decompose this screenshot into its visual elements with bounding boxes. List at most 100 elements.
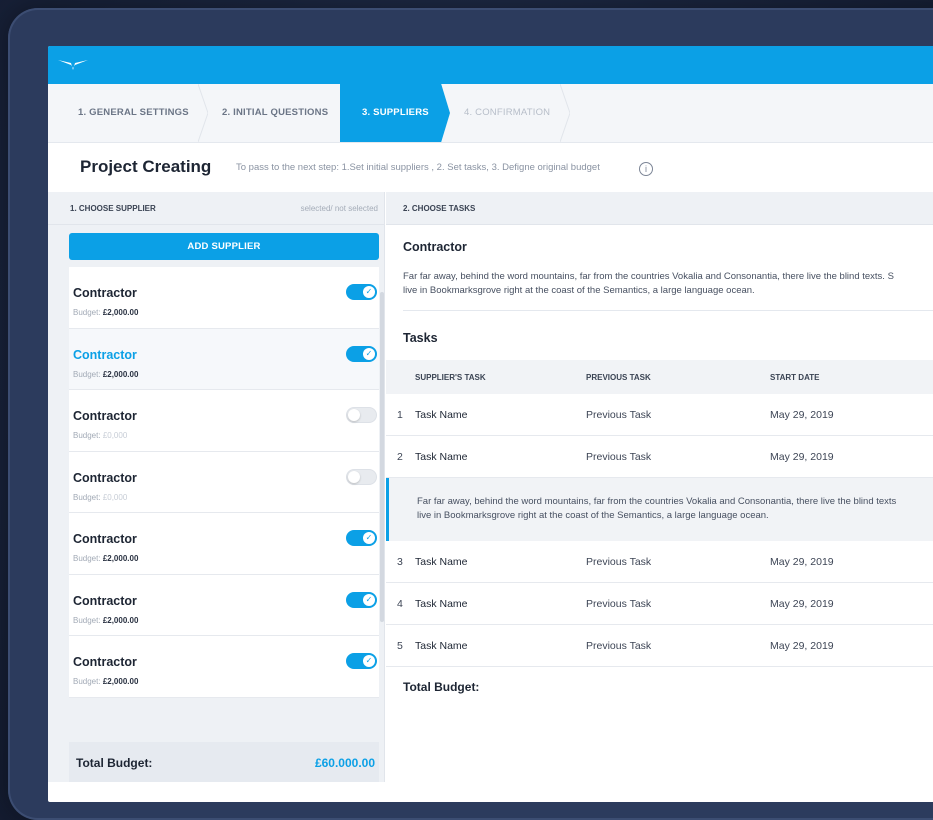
previous-task: Previous Task	[586, 598, 652, 610]
budget-value: £2,000.00	[102, 615, 139, 625]
supplier-budget: Budget: £2,000.00	[73, 554, 138, 563]
tasks-panel-header: 2. CHOOSE TASKS	[386, 192, 933, 225]
step-confirmation: 4. CONFIRMATION	[464, 107, 551, 118]
step-general-settings[interactable]: 1. GENERAL SETTINGS	[78, 84, 189, 142]
table-row[interactable]: 1 Task Name Previous Task May 29, 2019	[386, 394, 933, 436]
supplier-budget: Budget: £2,000.00	[73, 677, 138, 686]
supplier-panel-title: 1. CHOOSE SUPPLIER	[70, 204, 156, 213]
supplier-budget: Budget: £0,000	[73, 493, 127, 502]
tasks-table-header: SUPPLIER'S TASK PREVIOUS TASK START DATE	[386, 360, 933, 394]
supplier-item[interactable]: Contractor Budget: £0,000	[69, 390, 379, 452]
title-row: Project Creating To pass to the next ste…	[48, 143, 933, 191]
description-line: Far far away, behind the word mountains,…	[417, 496, 897, 507]
budget-value: £2,000.00	[102, 308, 139, 317]
supplier-list: Contractor Budget: £2,000.00 ✓ Contracto…	[69, 267, 379, 698]
total-budget-label: Total Budget:	[76, 756, 153, 770]
tasks-panel-title: 2. CHOOSE TASKS	[403, 204, 476, 213]
step-initial-questions[interactable]: 2. INITIAL QUESTIONS	[222, 84, 328, 142]
step-separator-icon	[198, 84, 208, 142]
budget-label: Budget:	[73, 492, 101, 502]
previous-task: Previous Task	[586, 451, 652, 463]
supplier-item[interactable]: Contractor Budget: £2,000.00 ✓	[69, 636, 379, 698]
supplier-scrollbar[interactable]	[380, 292, 384, 622]
supplier-item[interactable]: Contractor Budget: £0,000	[69, 451, 379, 513]
task-name: Task Name	[415, 409, 468, 421]
budget-label: Budget:	[73, 431, 101, 440]
supplier-toggle[interactable]: ✓	[346, 591, 377, 608]
supplier-toggle[interactable]: ✓	[346, 345, 377, 362]
start-date: May 29, 2019	[770, 598, 834, 610]
budget-value: £2,000.00	[102, 677, 139, 686]
supplier-budget: Budget: £2,000.00	[73, 370, 138, 379]
row-number: 2	[397, 451, 403, 463]
column-header[interactable]: SUPPLIER'S TASK	[415, 373, 486, 382]
check-icon: ✓	[363, 532, 375, 544]
budget-label: Budget:	[73, 369, 101, 379]
wizard-steps: 1. GENERAL SETTINGS 2. INITIAL QUESTIONS…	[48, 84, 933, 143]
check-icon: ✓	[363, 347, 375, 360]
table-row[interactable]: 4 Task Name Previous Task May 29, 2019	[386, 583, 933, 625]
page-hint: To pass to the next step: 1.Set initial …	[236, 162, 600, 173]
step-separator-icon	[560, 84, 570, 142]
supplier-toggle[interactable]: ✓	[346, 284, 377, 300]
row-number: 3	[397, 556, 403, 568]
task-detail: Far far away, behind the word mountains,…	[386, 478, 933, 541]
task-name: Task Name	[415, 598, 468, 610]
budget-value: £2,000.00	[102, 554, 139, 563]
supplier-name: Contractor	[73, 532, 137, 546]
tasks-title: Tasks	[403, 331, 438, 345]
supplier-item[interactable]: Contractor Budget: £2,000.00 ✓	[69, 574, 379, 636]
start-date: May 29, 2019	[770, 640, 834, 652]
step-suppliers[interactable]: 3. SUPPLIERS	[340, 84, 450, 142]
row-number: 1	[397, 409, 403, 421]
supplier-total: Total Budget: £60.000.00	[69, 742, 379, 782]
supplier-toggle[interactable]	[346, 468, 377, 485]
budget-label: Budget:	[73, 677, 101, 686]
budget-label: Budget:	[73, 308, 101, 317]
supplier-panel-subtitle: selected/ not selected	[300, 204, 378, 213]
table-row[interactable]: 2 Task Name Previous Task May 29, 2019	[386, 436, 933, 478]
start-date: May 29, 2019	[770, 409, 834, 421]
supplier-name: Contractor	[73, 347, 137, 362]
row-number: 4	[397, 598, 403, 610]
previous-task: Previous Task	[586, 556, 652, 568]
budget-value: £0,000	[102, 431, 128, 440]
task-name: Task Name	[415, 556, 468, 568]
table-row[interactable]: 3 Task Name Previous Task May 29, 2019	[386, 541, 933, 583]
budget-label: Budget:	[73, 615, 101, 625]
tasks-total-budget-label: Total Budget:	[403, 680, 480, 694]
supplier-item[interactable]: Contractor Budget: £2,000.00 ✓	[69, 328, 379, 390]
supplier-name: Contractor	[73, 409, 137, 423]
top-bar	[48, 46, 933, 84]
supplier-name: Contractor	[73, 470, 137, 485]
bird-logo-icon[interactable]	[58, 59, 88, 71]
page-title: Project Creating	[80, 157, 212, 176]
table-row[interactable]: 5 Task Name Previous Task May 29, 2019	[386, 625, 933, 667]
supplier-toggle[interactable]	[346, 407, 377, 423]
description-line: live in Bookmarksgrove right at the coas…	[417, 510, 769, 521]
task-name: Task Name	[415, 640, 468, 652]
supplier-item[interactable]: Contractor Budget: £2,000.00 ✓	[69, 513, 379, 575]
row-number: 5	[397, 640, 403, 652]
task-name: Task Name	[415, 451, 468, 463]
column-header[interactable]: START DATE	[770, 373, 819, 382]
app-screen: 1. GENERAL SETTINGS 2. INITIAL QUESTIONS…	[48, 46, 933, 802]
supplier-toggle[interactable]: ✓	[346, 653, 377, 669]
previous-task: Previous Task	[586, 640, 652, 652]
supplier-toggle[interactable]: ✓	[346, 530, 377, 546]
start-date: May 29, 2019	[770, 451, 834, 463]
supplier-budget: Budget: £2,000.00	[73, 308, 138, 317]
budget-value: £2,000.00	[102, 369, 139, 379]
total-budget-value: £60.000.00	[314, 756, 375, 770]
column-header[interactable]: PREVIOUS TASK	[586, 373, 651, 382]
start-date: May 29, 2019	[770, 556, 834, 568]
check-icon: ✓	[363, 286, 375, 298]
contractor-title: Contractor	[403, 240, 467, 254]
supplier-item[interactable]: Contractor Budget: £2,000.00 ✓	[69, 267, 379, 329]
task-detail-text: Far far away, behind the word mountains,…	[417, 495, 933, 523]
add-supplier-button[interactable]: ADD SUPPLIER	[69, 233, 379, 260]
description-line: live in Bookmarksgrove right at the coas…	[403, 285, 755, 296]
info-icon[interactable]: i	[639, 162, 653, 176]
divider	[403, 310, 933, 311]
toggle-knob	[348, 470, 360, 483]
